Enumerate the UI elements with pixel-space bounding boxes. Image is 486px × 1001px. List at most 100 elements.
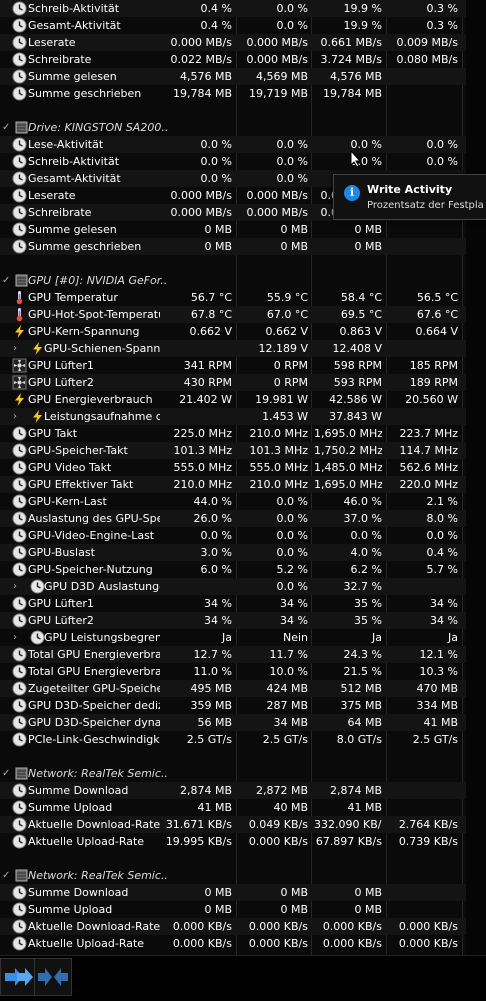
average-value: [388, 340, 458, 357]
current-value: 0.0 %: [200, 138, 232, 151]
sensor-row[interactable]: GPU Lüfter1 341 RPM 0 RPM 598 RPM 185 RPM: [0, 357, 486, 374]
expand-chevron-icon[interactable]: ›: [13, 340, 17, 357]
current-value: 0.000 MB/s: [170, 206, 232, 219]
sensor-group-row[interactable]: ✓ Network: RealTek Semic...: [0, 765, 486, 782]
current-value: 0.0 %: [200, 172, 232, 185]
sensor-row[interactable]: › Leistungsaufnahme d... 1.453 W 37.843 W: [0, 408, 486, 425]
drive-icon: [14, 120, 29, 135]
lightning-icon: [30, 409, 45, 424]
current-value: 0.4 %: [200, 2, 232, 15]
sensor-row[interactable]: Summe geschrieben 19,784 MB 19,719 MB 19,78…: [0, 85, 486, 102]
gauge-icon: [12, 188, 27, 203]
sensor-row[interactable]: Summe gelesen 4,576 MB 4,569 MB 4,576 MB: [0, 68, 486, 85]
sensor-row[interactable]: Schreibrate 0.022 MB/s 0.000 MB/s 3.724 MB/…: [0, 51, 486, 68]
average-value: 0.0 %: [426, 155, 458, 168]
sensor-row[interactable]: GPU-Kern-Last 44.0 % 0.0 % 46.0 % 2.1 %: [0, 493, 486, 510]
sensor-row[interactable]: GPU-Buslast 3.0 % 0.0 % 4.0 % 0.4 %: [0, 544, 486, 561]
sensor-row[interactable]: GPU Takt 225.0 MHz 210.0 MHz 1,695.0 MHz 223…: [0, 425, 486, 442]
gauge-icon: [12, 477, 27, 492]
min-value: 210.0 MHz: [249, 478, 308, 491]
min-value: 287 MB: [266, 699, 308, 712]
sensor-row[interactable]: GPU Video Takt 555.0 MHz 555.0 MHz 1,485.0 …: [0, 459, 486, 476]
gauge-icon: [12, 239, 27, 254]
sensor-row[interactable]: › GPU-Schienen-Spann... 12.189 V 12.408 V: [0, 340, 486, 357]
max-value: 0.661 MB/s: [320, 36, 382, 49]
min-value: 424 MB: [266, 682, 308, 695]
sensor-row[interactable]: Auslastung des GPU-Spe... 26.0 % 0.0 % 37.0…: [0, 510, 486, 527]
sensor-row[interactable]: Lese-Aktivität 0.0 % 0.0 % 0.0 % 0.0 %: [0, 136, 486, 153]
expand-chevron-icon[interactable]: ›: [13, 408, 17, 425]
sensor-row[interactable]: GPU-Speicher-Nutzung 6.0 % 5.2 % 6.2 % 5.7 %: [0, 561, 486, 578]
sensor-group-row[interactable]: ✓ Network: RealTek Semic...: [0, 867, 486, 884]
sensor-row[interactable]: Summe gelesen 0 MB 0 MB 0 MB: [0, 221, 486, 238]
expand-chevron-icon[interactable]: ›: [13, 578, 17, 595]
sensor-row[interactable]: Zugeteilter GPU-Speicher 495 MB 424 MB 512 …: [0, 680, 486, 697]
sensor-row[interactable]: GPU-Video-Engine-Last 0.0 % 0.0 % 0.0 % 0.0 …: [0, 527, 486, 544]
collapse-button[interactable]: [34, 958, 72, 996]
navigate-forward-button[interactable]: [0, 958, 38, 996]
sensor-row[interactable]: PCIe-Link-Geschwindigkeit 2.5 GT/s 2.5 GT/…: [0, 731, 486, 748]
gauge-icon: [12, 715, 27, 730]
check-icon[interactable]: ✓: [2, 272, 10, 289]
current-value: 67.8 °C: [190, 308, 232, 321]
min-value: 2,872 MB: [255, 784, 308, 797]
current-value: 0.662 V: [189, 325, 232, 338]
sensor-row[interactable]: › GPU Leistungsbegren... Ja Nein Ja Ja: [0, 629, 486, 646]
check-icon[interactable]: ✓: [2, 867, 10, 884]
sensor-name: Auslastung des GPU-Spe...: [28, 512, 160, 525]
sensor-row[interactable]: GPU-Kern-Spannung 0.662 V 0.662 V 0.863 V 0.…: [0, 323, 486, 340]
check-icon[interactable]: ✓: [2, 119, 10, 136]
sensor-row[interactable]: Summe Upload 41 MB 40 MB 41 MB: [0, 799, 486, 816]
sensor-row[interactable]: Leserate 0.000 MB/s 0.000 MB/s 0.661 MB/s 0.…: [0, 34, 486, 51]
gauge-icon: [12, 817, 27, 832]
sensor-group-row[interactable]: ✓ Drive: KINGSTON SA200...: [0, 119, 486, 136]
sensor-row[interactable]: GPU-Speicher-Takt 101.3 MHz 101.3 MHz 1,750…: [0, 442, 486, 459]
sensor-row[interactable]: Summe Upload 0 MB 0 MB 0 MB: [0, 901, 486, 918]
gauge-icon: [12, 664, 27, 679]
sensor-row[interactable]: › GPU D3D Auslastungen 0.0 % 32.7 %: [0, 578, 486, 595]
sensor-row[interactable]: Aktuelle Download-Rate 31.671 KB/s 0.049 K…: [0, 816, 486, 833]
sensor-name: GPU Energieverbrauch: [28, 393, 153, 406]
sensor-group-row[interactable]: ✓ GPU [#0]: NVIDIA GeFor...: [0, 272, 486, 289]
current-value: 495 MB: [190, 682, 232, 695]
sensor-row[interactable]: Total GPU Energieverbra... 12.7 % 11.7 % 24…: [0, 646, 486, 663]
sensor-name: Gesamt-Aktivität: [28, 172, 121, 185]
min-value: 0.0 %: [276, 580, 308, 593]
sensor-row[interactable]: GPU D3D-Speicher dedizi... 359 MB 287 MB 37…: [0, 697, 486, 714]
sensor-row[interactable]: Total GPU Energieverbra... 11.0 % 10.0 % 21…: [0, 663, 486, 680]
sensor-row[interactable]: Aktuelle Upload-Rate 0.000 KB/s 0.000 KB/s…: [0, 935, 486, 952]
sensor-row[interactable]: Schreib-Aktivität 0.0 % 0.0 % 0.0 % 0.0 %: [0, 153, 486, 170]
sensor-row[interactable]: GPU Temperatur 56.7 °C 55.9 °C 58.4 °C 56.5 …: [0, 289, 486, 306]
sensor-row[interactable]: GPU Lüfter2 34 % 34 % 35 % 34 %: [0, 612, 486, 629]
spacer-row: [0, 748, 486, 765]
sensor-name: Leserate: [28, 36, 76, 49]
sensor-row[interactable]: GPU Effektiver Takt 210.0 MHz 210.0 MHz 1,6…: [0, 476, 486, 493]
sensor-name: GPU-Speicher-Nutzung: [28, 563, 153, 576]
max-value: 41 MB: [347, 801, 382, 814]
sensor-row[interactable]: Summe Download 0 MB 0 MB 0 MB: [0, 884, 486, 901]
gauge-icon: [12, 69, 27, 84]
max-value: 46.0 %: [343, 495, 382, 508]
vertical-scrollbar[interactable]: [466, 0, 486, 955]
sensor-row[interactable]: Summe geschrieben 0 MB 0 MB 0 MB: [0, 238, 486, 255]
average-value: 0.009 MB/s: [396, 36, 458, 49]
sensor-row[interactable]: GPU Lüfter2 430 RPM 0 RPM 593 RPM 189 RPM: [0, 374, 486, 391]
sensor-row[interactable]: GPU D3D-Speicher dyna... 56 MB 34 MB 64 MB 4…: [0, 714, 486, 731]
check-icon[interactable]: ✓: [2, 765, 10, 782]
sensor-row[interactable]: GPU Energieverbrauch 21.402 W 19.981 W 42.5…: [0, 391, 486, 408]
max-value: 69.5 °C: [340, 308, 382, 321]
sensor-row[interactable]: Schreib-Aktivität 0.4 % 0.0 % 19.9 % 0.3 %: [0, 0, 486, 17]
sensor-row[interactable]: GPU-Hot-Spot-Temperatur 67.8 °C 67.0 °C 69.…: [0, 306, 486, 323]
gauge-icon: [12, 919, 27, 934]
expand-chevron-icon[interactable]: ›: [13, 629, 17, 646]
sensor-row[interactable]: Aktuelle Upload-Rate 19.995 KB/s 0.000 KB/…: [0, 833, 486, 850]
gauge-icon: [12, 800, 27, 815]
sensor-row[interactable]: Aktuelle Download-Rate 0.000 KB/s 0.000 KB…: [0, 918, 486, 935]
min-value: 55.9 °C: [266, 291, 308, 304]
sensor-name: GPU-Hot-Spot-Temperatur: [28, 308, 160, 321]
sensor-row[interactable]: Summe Download 2,874 MB 2,872 MB 2,874 MB: [0, 782, 486, 799]
sensor-row[interactable]: Gesamt-Aktivität 0.4 % 0.0 % 19.9 % 0.3 %: [0, 17, 486, 34]
sensor-name: Total GPU Energieverbra...: [28, 665, 160, 678]
current-value: 56 MB: [197, 716, 232, 729]
sensor-row[interactable]: GPU Lüfter1 34 % 34 % 35 % 34 %: [0, 595, 486, 612]
